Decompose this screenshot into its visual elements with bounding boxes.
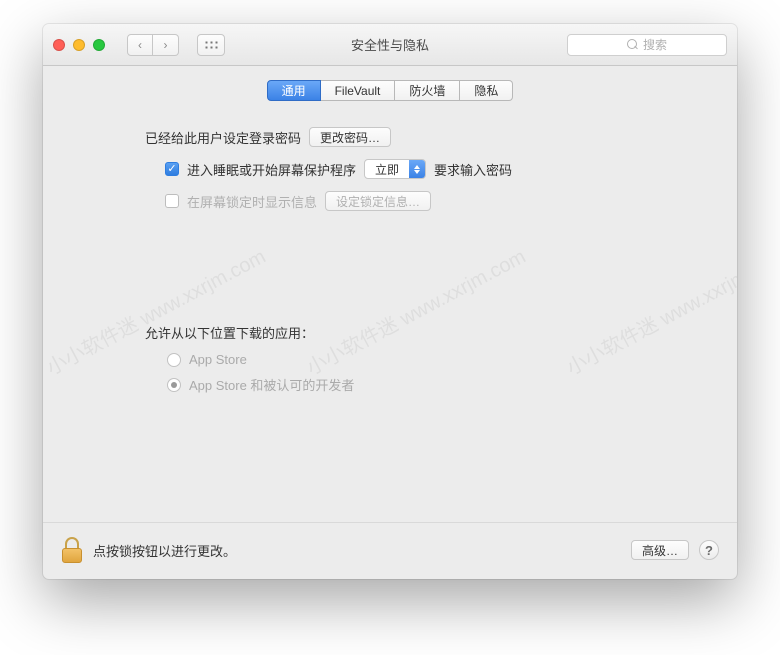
set-lock-message-button: 设定锁定信息…	[325, 191, 431, 211]
tab-general[interactable]: 通用	[267, 80, 321, 101]
tab-bar: 通用 FileVault 防火墙 隐私	[67, 80, 713, 101]
select-value: 立即	[365, 160, 409, 178]
radio-app-store-label: App Store	[189, 352, 247, 367]
show-lock-message-checkbox[interactable]	[165, 194, 179, 208]
nav-forward-button[interactable]: ›	[153, 34, 179, 56]
search-input[interactable]: 搜索	[567, 34, 727, 56]
grid-icon	[204, 40, 218, 50]
chevron-left-icon: ‹	[138, 38, 142, 52]
stepper-arrows-icon	[409, 160, 425, 178]
require-password-suffix: 要求输入密码	[434, 160, 512, 179]
window-controls	[53, 39, 105, 51]
footer: 点按锁按钮以进行更改。 高级… ?	[43, 522, 737, 579]
tab-privacy[interactable]: 隐私	[460, 80, 513, 101]
search-placeholder: 搜索	[643, 36, 667, 53]
radio-app-store	[167, 353, 181, 367]
lock-hint-text: 点按锁按钮以进行更改。	[93, 541, 236, 560]
zoom-window-button[interactable]	[93, 39, 105, 51]
advanced-button[interactable]: 高级…	[631, 540, 689, 560]
chevron-right-icon: ›	[164, 38, 168, 52]
tab-firewall[interactable]: 防火墙	[395, 80, 460, 101]
content-area: 通用 FileVault 防火墙 隐私 已经给此用户设定登录密码 更改密码… 进…	[43, 66, 737, 522]
preferences-window: ‹ › 安全性与隐私 搜索 通用 FileVault 防火墙 隐私 已经给此用户…	[43, 24, 737, 579]
login-password-section: 已经给此用户设定登录密码 更改密码… 进入睡眠或开始屏幕保护程序 立即 要求输入…	[145, 127, 713, 211]
require-password-prefix: 进入睡眠或开始屏幕保护程序	[187, 160, 356, 179]
lock-icon[interactable]	[61, 537, 83, 563]
help-button[interactable]: ?	[699, 540, 719, 560]
titlebar: ‹ › 安全性与隐私 搜索	[43, 24, 737, 66]
login-password-label: 已经给此用户设定登录密码	[145, 128, 301, 147]
tab-filevault[interactable]: FileVault	[321, 80, 396, 101]
minimize-window-button[interactable]	[73, 39, 85, 51]
require-password-checkbox[interactable]	[165, 162, 179, 176]
show-all-prefs-button[interactable]	[197, 34, 225, 56]
require-password-delay-select[interactable]: 立即	[364, 159, 426, 179]
search-icon	[627, 39, 638, 50]
close-window-button[interactable]	[53, 39, 65, 51]
radio-app-store-identified	[167, 378, 181, 392]
nav-back-forward: ‹ ›	[127, 34, 179, 56]
allow-downloads-group: App Store App Store 和被认可的开发者	[167, 352, 713, 394]
show-lock-message-label: 在屏幕锁定时显示信息	[187, 192, 317, 211]
nav-back-button[interactable]: ‹	[127, 34, 153, 56]
radio-app-store-identified-label: App Store 和被认可的开发者	[189, 375, 354, 394]
allow-downloads-title: 允许从以下位置下载的应用：	[145, 323, 713, 342]
change-password-button[interactable]: 更改密码…	[309, 127, 391, 147]
